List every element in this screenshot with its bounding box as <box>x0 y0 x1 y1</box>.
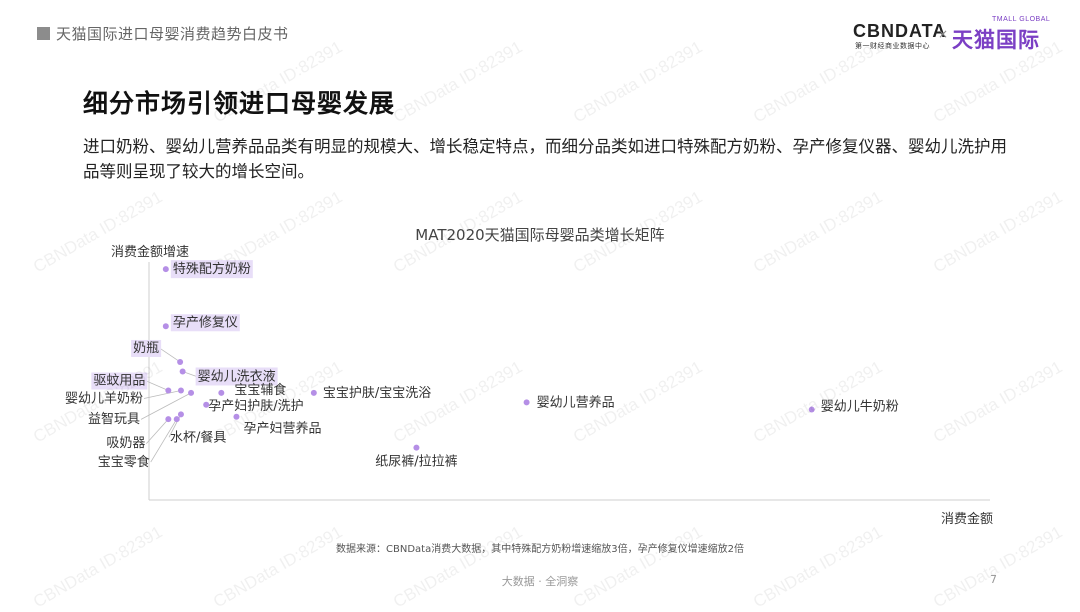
data-point-婴幼儿牛奶粉 <box>808 406 815 413</box>
source-note: 数据来源：CBNData消费大数据，其中特殊配方奶粉增速缩放3倍，孕产修复仪增速… <box>336 544 744 555</box>
point-label-孕产妇营养品: 孕产妇营养品 <box>243 421 321 437</box>
data-point-婴幼儿羊奶粉 <box>177 387 184 394</box>
data-point-益智玩具 <box>188 389 195 396</box>
data-point-宝宝护肤-宝宝洗浴 <box>310 389 317 396</box>
leader-line <box>143 390 182 399</box>
growth-matrix-chart: MAT2020天猫国际母婴品类增长矩阵 消费金额增速 消费金额 特殊配方奶粉孕产… <box>65 226 993 527</box>
data-point-宝宝辅食 <box>218 389 225 396</box>
point-label-宝宝护肤-宝宝洗浴: 宝宝护肤/宝宝洗浴 <box>323 386 431 401</box>
point-label-孕产妇护肤-洗护: 孕产妇护肤/洗护 <box>208 398 303 414</box>
point-label-孕产修复仪: 孕产修复仪 <box>173 315 238 330</box>
point-labels: 特殊配方奶粉孕产修复仪奶瓶婴幼儿洗衣液驱蚊用品婴幼儿羊奶粉益智玩具宝宝辅食 宝宝护… <box>65 260 899 470</box>
point-label-宝宝辅食: 宝宝辅食 <box>234 382 286 398</box>
chart-title: MAT2020天猫国际母婴品类增长矩阵 <box>415 226 664 244</box>
page-number: 7 <box>990 573 997 586</box>
data-point-奶瓶 <box>177 358 184 365</box>
data-point-吸奶器 <box>165 416 172 423</box>
data-point-特殊配方奶粉 <box>162 266 169 273</box>
point-label-婴幼儿营养品: 婴幼儿营养品 <box>537 394 615 410</box>
data-point-婴幼儿洗衣液 <box>179 368 186 375</box>
data-point-孕产妇护肤-洗护 <box>203 401 210 408</box>
data-point-纸尿裤-拉拉裤 <box>413 444 420 451</box>
point-label-特殊配方奶粉: 特殊配方奶粉 <box>173 261 251 277</box>
data-point-婴幼儿营养品 <box>523 399 530 406</box>
leader-line <box>146 380 169 391</box>
point-label-水杯-餐具: 水杯/餐具 <box>170 429 226 445</box>
point-label-吸奶器: 吸奶器 <box>106 436 145 451</box>
point-label-益智玩具: 益智玩具 <box>88 412 140 427</box>
point-label-宝宝零食: 宝宝零食 <box>98 454 150 470</box>
y-axis-label: 消费金额增速 <box>111 244 189 260</box>
point-label-婴幼儿牛奶粉: 婴幼儿牛奶粉 <box>821 400 899 415</box>
data-point-驱蚊用品 <box>165 387 172 394</box>
footer-slogan: 大数据 · 全洞察 <box>501 575 579 588</box>
data-point-水杯-餐具 <box>177 411 184 418</box>
leader-line <box>159 348 181 363</box>
data-point-宝宝零食 <box>173 416 180 423</box>
leader-line <box>146 418 169 444</box>
data-point-孕产修复仪 <box>162 323 169 330</box>
data-point-孕产妇营养品 <box>233 413 240 420</box>
point-label-纸尿裤-拉拉裤: 纸尿裤/拉拉裤 <box>375 455 457 470</box>
point-label-婴幼儿羊奶粉: 婴幼儿羊奶粉 <box>65 391 143 407</box>
point-label-奶瓶: 奶瓶 <box>133 341 159 356</box>
x-axis-label: 消费金额 <box>941 511 993 527</box>
point-label-驱蚊用品: 驱蚊用品 <box>93 374 145 389</box>
